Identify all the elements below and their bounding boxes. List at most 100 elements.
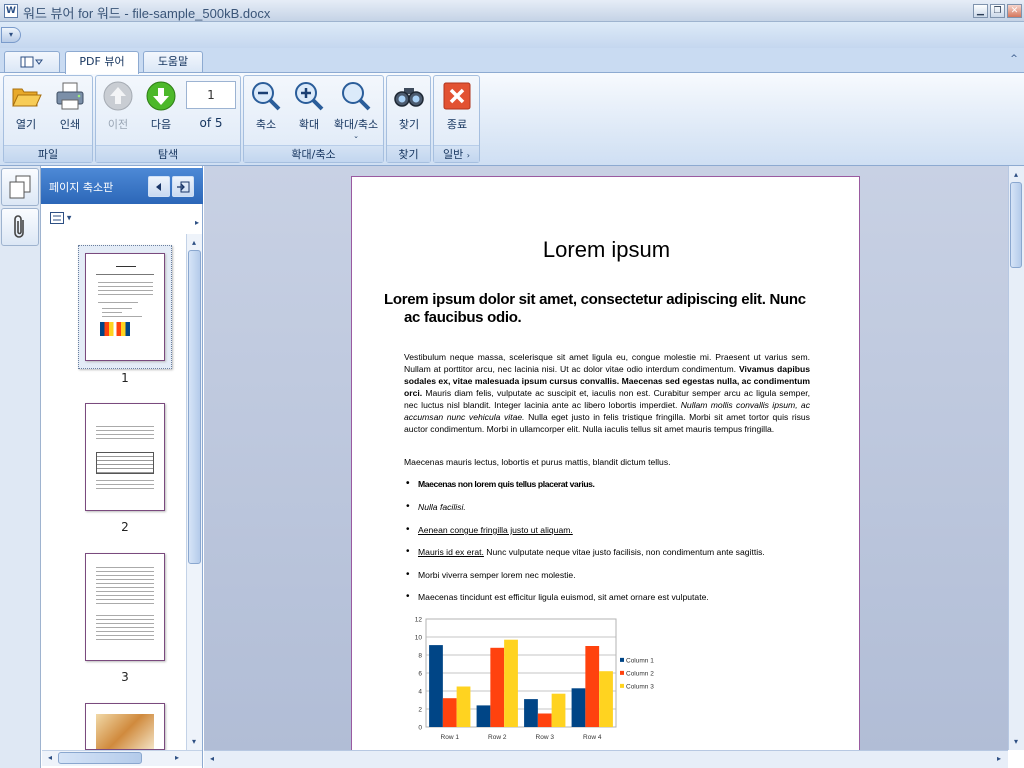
- chevron-left-icon: [156, 182, 161, 191]
- collapse-panel-button[interactable]: [148, 176, 170, 197]
- zoom-in-label: 확대: [298, 118, 320, 131]
- paperclip-icon: [14, 215, 24, 238]
- thumbnail-label-3: 3: [121, 670, 129, 684]
- dock-panel-button[interactable]: [172, 176, 194, 197]
- document-scroll-thumb[interactable]: [1010, 182, 1022, 268]
- chart-bar: [442, 698, 457, 727]
- thumbnail-page-4[interactable]: [85, 703, 165, 750]
- doc-scroll-down-icon[interactable]: ▾: [1009, 735, 1023, 749]
- pages-tab[interactable]: [1, 168, 39, 206]
- view-options-button[interactable]: ▾: [50, 212, 78, 228]
- close-icon[interactable]: ✕: [1007, 4, 1022, 18]
- thumbnail-scroll-thumb[interactable]: [188, 250, 201, 564]
- zoom-out-button[interactable]: 축소: [246, 78, 286, 138]
- thumbnail-page-1[interactable]: [85, 253, 165, 361]
- thumbnail-hscroll-thumb[interactable]: [58, 752, 142, 764]
- y-tick-label: 6: [418, 671, 422, 678]
- quick-access-bar: [0, 22, 1024, 48]
- attachments-tab[interactable]: [1, 208, 39, 246]
- chart-bar: [537, 713, 552, 727]
- legend-swatch: [620, 670, 624, 675]
- doc-scroll-left-icon[interactable]: ◂: [205, 752, 219, 766]
- scroll-down-icon[interactable]: ▾: [187, 735, 201, 749]
- zoom-dropdown-button[interactable]: 확대/축소 ⌄: [332, 78, 380, 140]
- arrow-up-icon: [103, 81, 133, 111]
- find-label: 찾기: [398, 118, 420, 131]
- bullet-rest-text: Nunc vulputate neque vitae justo facilis…: [483, 547, 765, 557]
- next-page-button[interactable]: 다음: [141, 78, 181, 138]
- zoom-in-button[interactable]: 확대: [289, 78, 329, 138]
- scroll-left-icon[interactable]: ◂: [43, 751, 57, 765]
- thumbnail-page-2[interactable]: [85, 403, 165, 511]
- zoom-out-icon: [252, 82, 281, 111]
- document-icon: W: [4, 4, 18, 18]
- minimize-icon[interactable]: ▁: [973, 4, 988, 18]
- group-label-general: 일반 ›: [434, 145, 479, 162]
- legend-entry: Column 3: [626, 683, 654, 690]
- document-paragraph-2: Maecenas mauris lectus, lobortis et puru…: [404, 457, 671, 467]
- zoom-label: 확대/축소: [333, 118, 379, 131]
- y-tick-label: 8: [418, 653, 422, 660]
- group-label-find: 찾기: [387, 145, 430, 162]
- legend-swatch: [620, 657, 624, 662]
- legend-entry: Column 2: [626, 670, 654, 677]
- print-button[interactable]: 인쇄: [50, 78, 90, 138]
- app-menu-button[interactable]: ▾: [1, 27, 21, 43]
- doc-scroll-up-icon[interactable]: ▴: [1009, 168, 1023, 182]
- window-title: 워드 뷰어 for 워드 - file-sample_500kB.docx: [23, 6, 271, 21]
- open-label: 열기: [15, 118, 37, 131]
- panel-toggle-tab[interactable]: [4, 51, 60, 73]
- print-label: 인쇄: [59, 118, 81, 131]
- previous-label: 이전: [107, 118, 129, 131]
- document-paragraph-1: Vestibulum neque massa, scelerisque sit …: [404, 351, 810, 435]
- tab-help[interactable]: 도움말: [143, 51, 203, 73]
- bar-chart: 0 2 4 6 8 10 12 Row 1 Row 2 Row 3 Row 4 Column 1 Col…: [415, 617, 654, 742]
- chart-bar: [599, 671, 613, 727]
- list-view-icon: [50, 212, 64, 224]
- dock-icon: [177, 181, 190, 192]
- group-label-zoom: 확대/축소: [244, 145, 383, 162]
- scroll-right-icon[interactable]: ▸: [170, 751, 184, 765]
- panel-layout-icon: [20, 56, 43, 68]
- chart-bar: [524, 699, 538, 727]
- thumbnail-scroll-right-icon[interactable]: ▸: [190, 216, 204, 230]
- bullet-item: Aenean congue fringilla justo ut aliquam…: [406, 524, 818, 535]
- chart-bar: [476, 705, 491, 727]
- binoculars-icon: [394, 88, 424, 107]
- folder-open-icon: [12, 88, 42, 107]
- document-horizontal-scrollbar[interactable]: [204, 750, 1008, 768]
- x-tick-label: Row 3: [536, 734, 555, 741]
- zoom-icon: [342, 82, 371, 111]
- thumbnail-label-2: 2: [121, 520, 129, 534]
- exit-button[interactable]: 종료: [437, 78, 477, 138]
- find-button[interactable]: 찾기: [389, 78, 429, 138]
- bullet-item: Maecenas tincidunt est efficitur ligula …: [406, 591, 818, 602]
- previous-page-button[interactable]: 이전: [98, 78, 138, 138]
- arrow-down-icon: [146, 81, 176, 111]
- scroll-up-icon[interactable]: ▴: [187, 236, 201, 250]
- bullet-item: Maecenas non lorem quis tellus placerat …: [406, 478, 818, 489]
- doc-scroll-right-icon[interactable]: ▸: [992, 752, 1006, 766]
- collapse-ribbon-icon[interactable]: ^: [1008, 54, 1020, 66]
- bullet-item: Mauris id ex erat. Nunc vulputate neque …: [406, 546, 818, 557]
- thumbnail-page-3[interactable]: [85, 553, 165, 661]
- zoom-out-label: 축소: [255, 118, 277, 131]
- pages-icon: [9, 175, 31, 199]
- x-tick-label: Row 4: [583, 734, 602, 741]
- chart-bar: [571, 688, 586, 727]
- open-button[interactable]: 열기: [6, 78, 46, 138]
- chart-bar: [504, 639, 518, 727]
- tab-pdf-viewer[interactable]: PDF 뷰어: [65, 51, 139, 74]
- y-tick-label: 10: [415, 635, 423, 642]
- y-tick-label: 12: [415, 617, 423, 624]
- chart-bar: [456, 686, 471, 727]
- document-title: Lorem ipsum: [542, 237, 671, 262]
- restore-icon[interactable]: ❐: [990, 4, 1005, 18]
- document-page: Lorem ipsum Lorem ipsum dolor sit amet, …: [351, 176, 860, 750]
- chart-bar: [585, 646, 600, 727]
- x-tick-label: Row 1: [441, 734, 460, 741]
- page-number-input[interactable]: 1: [186, 81, 236, 109]
- chart-bar: [490, 647, 505, 727]
- x-tick-label: Row 2: [488, 734, 507, 741]
- legend-swatch: [620, 683, 624, 688]
